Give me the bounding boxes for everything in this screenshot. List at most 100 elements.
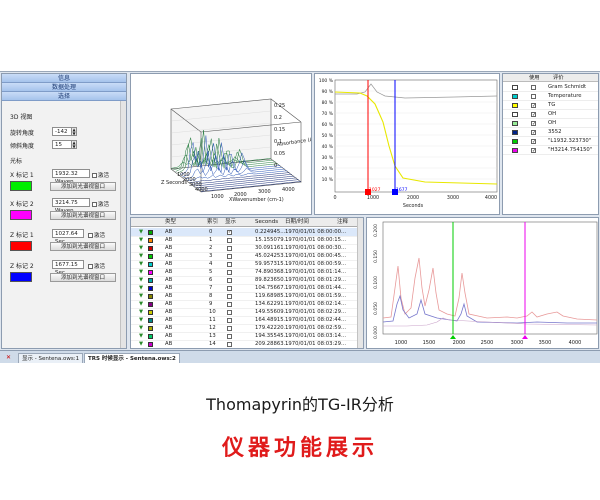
x-marker1-input[interactable]: 1932.32 Waven [52,169,90,185]
row-show-checkbox[interactable] [227,285,232,291]
trace-color-swatch[interactable] [512,139,518,144]
tab-display[interactable]: 显示 - Sentena.ows:1 [18,353,84,363]
x-marker1-add-button[interactable]: 添加到光谱视窗口 [50,182,116,191]
col-show[interactable]: 显示 [225,218,236,227]
row-show-checkbox[interactable] [227,325,232,331]
trace-visible-checkbox[interactable]: ✓ [531,112,536,118]
legend-row[interactable]: ✓ TG [503,101,598,110]
row-color-swatch[interactable] [148,261,153,267]
row-color-swatch[interactable] [148,325,153,331]
row-color-swatch[interactable] [148,341,153,347]
settings-scrollbar[interactable] [120,101,126,348]
rotation-input[interactable]: -142 ▲ ▼ [52,127,77,136]
row-show-checkbox[interactable] [227,293,232,299]
col-seconds[interactable]: Seconds [255,218,278,227]
row-color-swatch[interactable] [148,237,153,243]
row-show-checkbox[interactable] [227,309,232,315]
row-show-checkbox[interactable] [227,317,232,323]
z-marker1-active-checkbox[interactable]: 激活 [88,231,105,239]
rotation-spinner[interactable]: ▲ ▼ [71,127,77,136]
tilt-input[interactable]: 15 ▲ ▼ [52,140,77,149]
legend-row[interactable]: ✓ OH [503,119,598,128]
accordion-selection[interactable]: 选择 [2,92,126,101]
spectrum-panel[interactable]: 0.200 0.150 0.100 0.050 0.000 1000 1500 … [366,217,599,349]
trace-color-swatch[interactable] [512,148,518,153]
legend-row[interactable]: ✓ "L1932.323730" [503,137,598,146]
legend-row[interactable]: ✓ OH [503,110,598,119]
row-color-swatch[interactable] [148,309,153,315]
z-marker2-add-button[interactable]: 添加到光谱视窗口 [50,273,116,282]
row-color-swatch[interactable] [148,277,153,283]
tg-plot-panel[interactable]: 1027 1677 100 % 90 % 80 % 70 % 60 % 50 %… [314,73,500,215]
z-marker2-active-checkbox[interactable]: 激活 [88,262,105,270]
x-tick-1: 2000 [234,192,247,198]
row-show-checkbox[interactable] [227,277,232,283]
legend-row[interactable]: Gram Schmidt [503,83,598,92]
z-marker1-input[interactable]: 1027.64 Sec [52,229,84,245]
x-marker2-add-button[interactable]: 添加到光谱视窗口 [50,211,116,220]
col-type[interactable]: 类型 [165,218,176,227]
row-show-checkbox[interactable] [227,245,232,251]
x-marker1-color-swatch[interactable] [10,181,32,191]
row-color-swatch[interactable] [148,293,153,299]
trace-visible-checkbox[interactable]: ✓ [531,121,536,127]
row-show-checkbox[interactable] [227,333,232,339]
spectra-table-scrollbar[interactable] [357,218,363,348]
legend-row[interactable]: Temperature [503,92,598,101]
trace-color-swatch[interactable] [512,85,518,90]
row-color-swatch[interactable] [148,229,153,235]
rotation-value: -142 [55,129,68,135]
col-index[interactable]: 索引 [207,218,218,227]
trace-visible-checkbox[interactable]: ✓ [531,148,536,154]
legend-row[interactable]: ✓ 3552 [503,128,598,137]
row-show-checkbox[interactable] [227,341,232,347]
x-marker1-active-checkbox[interactable]: 激活 [92,171,109,179]
row-color-swatch[interactable] [148,317,153,323]
trace-visible-checkbox[interactable]: ✓ [531,130,536,136]
tab-trs-display[interactable]: TRS 时候显示 - Sentena.ows:2 [84,353,180,363]
col-comment[interactable]: 注释 [337,218,348,227]
trace-color-swatch[interactable] [512,130,518,135]
z-marker2-color-swatch[interactable] [10,272,32,282]
trace-visible-checkbox[interactable] [531,94,536,99]
accordion-data-processing[interactable]: 数据处理 [2,83,126,92]
trace-color-swatch[interactable] [512,112,518,117]
z-marker1-add-button[interactable]: 添加到光谱视窗口 [50,242,116,251]
x-marker2-input[interactable]: 3214.75 Waven [52,198,90,214]
tg-y-tick-9: 10 % [322,177,334,183]
x-marker2-handle[interactable] [522,335,528,339]
row-color-swatch[interactable] [148,269,153,275]
row-color-swatch[interactable] [148,333,153,339]
accordion-info[interactable]: 信息 [2,74,126,83]
row-show-checkbox[interactable] [227,261,232,267]
trace-visible-checkbox[interactable] [531,85,536,90]
row-show-checkbox[interactable]: ✓ [227,229,232,235]
trace-visible-checkbox[interactable]: ✓ [531,103,536,109]
tilt-spinner[interactable]: ▲ ▼ [71,140,77,149]
close-icon[interactable]: ✕ [6,354,13,361]
trace-color-swatch[interactable] [512,103,518,108]
x-marker2-active-label: 激活 [98,202,110,208]
row-color-swatch[interactable] [148,245,153,251]
row-color-swatch[interactable] [148,301,153,307]
row-show-checkbox[interactable] [227,301,232,307]
table-row[interactable]: ▼ AB 15 224.22182...1970/01/01 08:03:44... [131,348,359,349]
x-marker1-handle[interactable] [450,335,456,339]
trace-visible-checkbox[interactable]: ✓ [531,139,536,145]
row-color-swatch[interactable] [148,253,153,259]
row-show-checkbox[interactable] [227,253,232,259]
x-marker2-color-swatch[interactable] [10,210,32,220]
trace-name: Gram Schmidt [548,84,587,90]
x-marker2-active-checkbox[interactable]: 激活 [92,200,109,208]
row-show-checkbox[interactable] [227,237,232,243]
z-marker2-input[interactable]: 1677.15 Sec [52,260,84,276]
trace-color-swatch[interactable] [512,121,518,126]
plot-3d-panel[interactable]: 0.25 0.2 0.15 0.1 0.05 0 Absorbance (AU)… [130,73,312,215]
row-color-swatch[interactable] [148,285,153,291]
legend-row[interactable]: ✓ "H3214.754150" [503,146,598,155]
col-datetime[interactable]: 日期/时间 [285,218,309,227]
spec-x-tick-2: 2000 [453,340,466,346]
row-show-checkbox[interactable] [227,269,232,275]
z-marker1-color-swatch[interactable] [10,241,32,251]
trace-color-swatch[interactable] [512,94,518,99]
